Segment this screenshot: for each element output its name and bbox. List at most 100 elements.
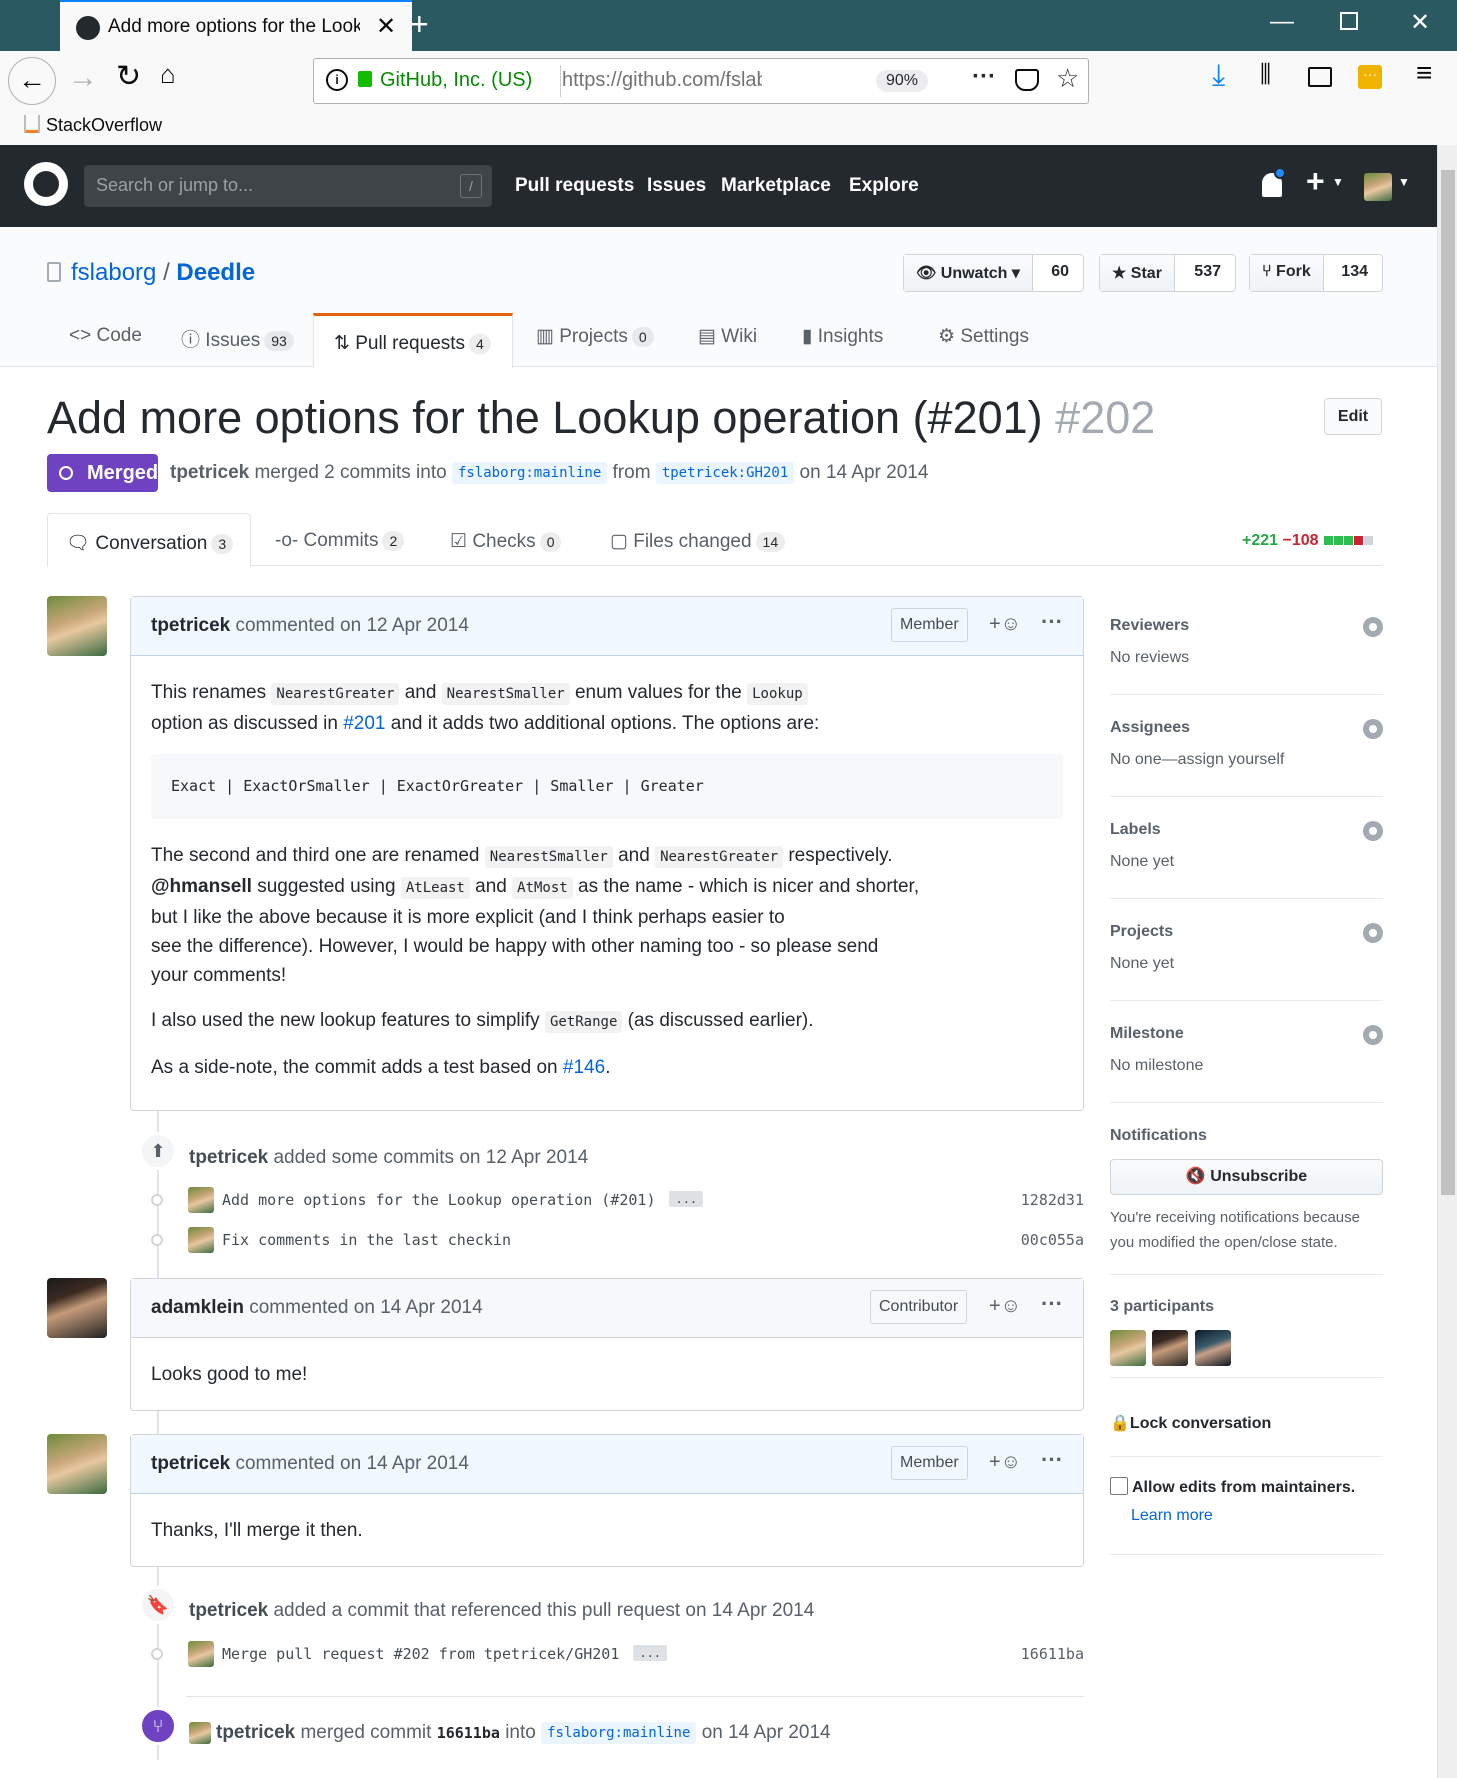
allow-edits-checkbox[interactable] (1110, 1477, 1128, 1495)
url-text[interactable]: https://github.com/fslaborg/ (562, 69, 762, 92)
tab-projects[interactable]: ▥ Projects 0 (536, 325, 654, 348)
close-window-icon[interactable]: ✕ (1410, 8, 1430, 37)
sidebar-value[interactable]: No one—assign yourself (1110, 751, 1383, 769)
pocket-icon[interactable] (1015, 69, 1039, 91)
bookmark-star-icon[interactable]: ☆ (1056, 63, 1079, 94)
tab-files-changed[interactable]: ▢ Files changed 14 (610, 530, 786, 553)
star-button[interactable]: ★ Star (1100, 255, 1175, 291)
user-mention[interactable]: @hmansell (151, 876, 252, 897)
tab-conversation[interactable]: 🗨 Conversation 3 (47, 513, 251, 567)
gear-icon[interactable] (1363, 821, 1383, 841)
repo-name-link[interactable]: Deedle (176, 259, 255, 286)
participant-avatar[interactable] (1194, 1330, 1231, 1366)
commit-sha[interactable]: 16611ba (1021, 1645, 1084, 1663)
commit-message[interactable]: Fix comments in the last checkin (222, 1231, 511, 1249)
more-options-icon[interactable]: ··· (1041, 1291, 1063, 1317)
more-options-icon[interactable]: ··· (1041, 609, 1063, 635)
commit-sha[interactable]: 00c055a (1021, 1231, 1084, 1249)
base-branch[interactable]: fslaborg:mainline (541, 1722, 697, 1744)
back-icon[interactable]: ← (8, 57, 56, 105)
fork-count[interactable]: 134 (1327, 255, 1382, 291)
learn-more-link[interactable]: Learn more (1131, 1507, 1213, 1524)
event-date[interactable]: on 12 Apr 2014 (459, 1147, 588, 1168)
sidebar-toggle-icon[interactable] (1308, 67, 1332, 87)
maximize-icon[interactable] (1340, 12, 1358, 30)
edit-title-button[interactable]: Edit (1324, 398, 1382, 435)
sidebar-heading[interactable]: Milestone (1110, 1025, 1383, 1043)
avatar[interactable] (47, 1278, 107, 1338)
gear-icon[interactable] (1363, 923, 1383, 943)
downloads-icon[interactable]: ⤓ (1212, 59, 1225, 93)
page-actions-icon[interactable]: ··· (972, 63, 996, 91)
event-date[interactable]: on 14 Apr 2014 (702, 1722, 831, 1743)
create-new-icon[interactable]: + (1306, 163, 1325, 200)
nav-issues[interactable]: Issues (647, 175, 706, 197)
base-branch[interactable]: fslaborg:mainline (451, 462, 608, 484)
unwatch-button[interactable]: 👁 Unwatch ▾ (904, 255, 1033, 291)
expand-commit-button[interactable]: ... (633, 1645, 668, 1661)
github-logo-icon[interactable] (24, 162, 68, 206)
commit-sha[interactable]: 1282d31 (1021, 1191, 1084, 1209)
tab-insights[interactable]: ▮ Insights (802, 325, 883, 348)
fork-button[interactable]: ⑂ Fork (1250, 255, 1324, 291)
chevron-down-icon[interactable]: ▼ (1398, 175, 1410, 189)
gear-icon[interactable] (1363, 617, 1383, 637)
issue-link[interactable]: #201 (343, 713, 385, 734)
commit-sha[interactable]: 16611ba (437, 1724, 500, 1742)
event-author[interactable]: tpetricek (216, 1722, 295, 1743)
star-count[interactable]: 537 (1180, 255, 1235, 291)
lock-conversation-link[interactable]: 🔒Lock conversation (1110, 1413, 1383, 1433)
scrollbar[interactable] (1437, 145, 1457, 1778)
commit-message[interactable]: Add more options for the Lookup operatio… (222, 1191, 704, 1209)
add-reaction-icon[interactable]: +☺ (989, 613, 1021, 636)
participant-avatar[interactable] (1152, 1330, 1189, 1366)
avatar[interactable] (47, 1434, 107, 1494)
search-input[interactable]: Search or jump to... / (84, 165, 492, 207)
diffstat[interactable]: +221 −108 (1242, 532, 1373, 550)
info-icon[interactable]: i (326, 69, 348, 91)
menu-icon[interactable]: ≡ (1416, 57, 1432, 89)
head-branch[interactable]: tpetricek:GH201 (655, 462, 795, 484)
minimize-icon[interactable]: — (1270, 8, 1294, 36)
avatar[interactable] (188, 1641, 214, 1667)
tab-pull-requests[interactable]: ⇅ Pull requests 4 (313, 313, 513, 368)
chevron-down-icon[interactable]: ▼ (1332, 175, 1344, 189)
event-author[interactable]: tpetricek (189, 1600, 268, 1621)
avatar[interactable] (47, 596, 107, 656)
extension-icon[interactable]: ··· (1358, 65, 1382, 89)
comment-date[interactable]: on 14 Apr 2014 (340, 1453, 469, 1474)
new-tab-icon[interactable]: + (410, 6, 429, 43)
nav-pull-requests[interactable]: Pull requests (515, 175, 634, 197)
tab-code[interactable]: <> Code (69, 325, 142, 347)
participant-avatar[interactable] (1110, 1330, 1146, 1366)
comment-author[interactable]: tpetricek (151, 1453, 230, 1474)
avatar[interactable] (188, 1227, 214, 1253)
gear-icon[interactable] (1363, 1025, 1383, 1045)
sidebar-heading[interactable]: Labels (1110, 821, 1383, 839)
more-options-icon[interactable]: ··· (1041, 1447, 1063, 1473)
comment-date[interactable]: on 12 Apr 2014 (340, 615, 469, 636)
watch-count[interactable]: 60 (1037, 255, 1083, 291)
forward-icon[interactable]: → (68, 61, 98, 95)
user-avatar[interactable] (1364, 173, 1392, 201)
tab-settings[interactable]: ⚙ Settings (938, 325, 1029, 348)
commit-message[interactable]: Merge pull request #202 from tpetricek/G… (222, 1645, 668, 1663)
issue-link[interactable]: #146 (563, 1057, 605, 1078)
event-author[interactable]: tpetricek (189, 1147, 268, 1168)
tab-commits[interactable]: -o- Commits 2 (275, 530, 405, 552)
event-date[interactable]: on 14 Apr 2014 (685, 1600, 814, 1621)
bookmark-stackoverflow[interactable]: StackOverflow (24, 115, 162, 136)
zoom-level[interactable]: 90% (876, 70, 929, 92)
tab-checks[interactable]: ☑ Checks 0 (450, 530, 562, 553)
avatar[interactable] (188, 1187, 214, 1213)
reload-icon[interactable]: ↻ (116, 59, 141, 94)
site-identity[interactable]: GitHub, Inc. (US) (380, 69, 532, 92)
add-reaction-icon[interactable]: +☺ (989, 1295, 1021, 1318)
unsubscribe-button[interactable]: 🔇 Unsubscribe (1110, 1159, 1383, 1195)
pr-author-link[interactable]: tpetricek (170, 462, 249, 483)
tab-issues[interactable]: ⓘ Issues 93 (181, 325, 294, 352)
tab-wiki[interactable]: ▤ Wiki (698, 325, 757, 348)
nav-marketplace[interactable]: Marketplace (721, 175, 831, 197)
sidebar-heading[interactable]: Assignees (1110, 719, 1383, 737)
sidebar-heading[interactable]: Reviewers (1110, 617, 1383, 635)
